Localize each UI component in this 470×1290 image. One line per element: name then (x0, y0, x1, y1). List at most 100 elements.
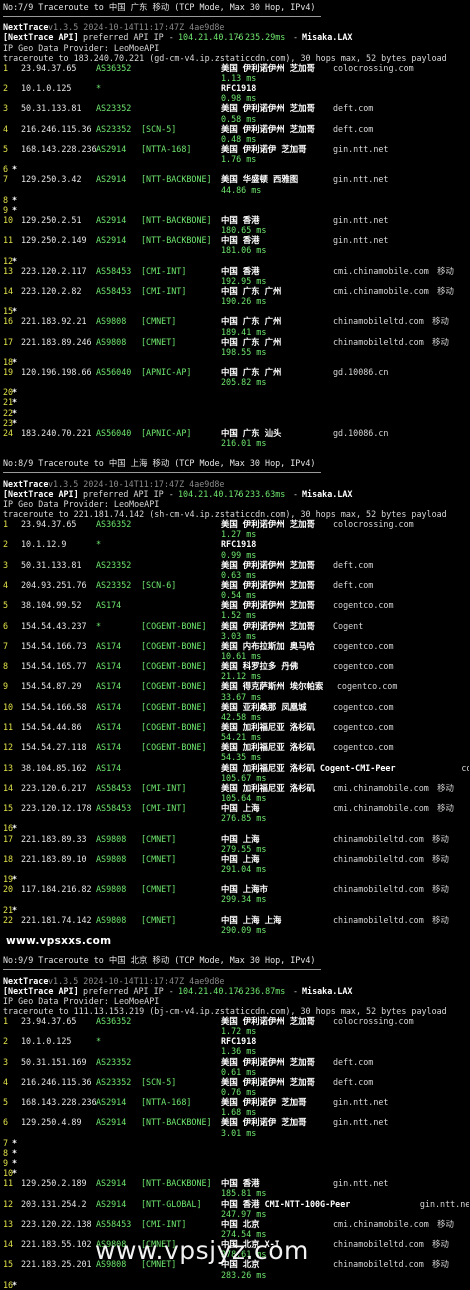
api-dash: - (293, 32, 299, 43)
hop-row: 19 * (3, 874, 469, 884)
hop-row: 4 204.93.251.76 AS23352 [SCN-6] 美国 伊利诺伊州 芝加哥… (3, 580, 469, 590)
hop-ip: 50.31.151.169 (21, 1056, 87, 1067)
hop-rtt: 1.76 ms (221, 154, 257, 165)
hop-host: chinamobileltd.com (333, 336, 424, 347)
hop-rtt: 42.58 ms (221, 711, 262, 722)
hop-ip: 38.104.99.52 (21, 600, 82, 611)
hop-isp: 移动 (432, 316, 449, 327)
hop-number: 24 (3, 427, 14, 438)
hop-rtt-row: 1.13 ms (3, 73, 469, 83)
hop-asn: AS2914 (96, 214, 127, 225)
api-label: [NextTrace API] (3, 985, 79, 996)
api-ms: 236.87ms (245, 985, 286, 996)
hop-asn: AS9808 (96, 336, 127, 347)
hop-tag: [SCN-5] (141, 123, 177, 134)
hop-timeout: * (12, 1279, 18, 1290)
hop-rtt: 1.27 ms (221, 529, 257, 540)
separator (3, 12, 469, 22)
hop-geo: 美国 科罗拉多 丹佛 (221, 661, 299, 672)
api-label: [NextTrace API] (3, 32, 79, 43)
hop-geo: 中国 上海 上海 (221, 914, 282, 925)
hop-rtt-row: 10.61 ms (3, 651, 469, 661)
hop-number: 2 (3, 539, 9, 550)
hop-row: 6 129.250.4.89 AS2914 [NTT-BACKBONE] 美国 伊利诺伊… (3, 1117, 469, 1127)
hop-row: 7 * (3, 1138, 469, 1148)
hop-ip: 216.246.115.36 (21, 1076, 92, 1087)
app-version: v1.3.5 2024-10-14T11:17:47Z 4ae9d8e (48, 975, 225, 986)
hop-asn: AS2914 (96, 143, 127, 154)
hop-rtt-row: 0.58 ms (3, 114, 469, 124)
hop-ip: 117.184.216.82 (21, 884, 92, 895)
hop-rtt: 283.26 ms (221, 1269, 267, 1280)
api-text: preferred API IP - (78, 985, 179, 996)
hop-rtt: 276.85 ms (221, 813, 267, 824)
hop-rtt-row: 283.26 ms (3, 1270, 469, 1280)
hop-host: deft.com (333, 580, 374, 591)
hop-tag: [CMI-INT] (141, 782, 187, 793)
app-name: NextTrace (3, 478, 49, 489)
hop-rtt-row: 0.63 ms (3, 570, 469, 580)
hop-row: 17 221.183.89.246 AS9808 [CMNET] 中国 广东 广州 chi… (3, 337, 469, 347)
hop-asn: AS58453 (96, 285, 132, 296)
hop-rtt: 291.04 ms (221, 863, 267, 874)
api-ms: 235.29ms (245, 32, 286, 43)
hop-number: 13 (3, 762, 14, 773)
hop-number: 14 (3, 1239, 14, 1250)
traceroute-target: traceroute to 183.240.70.221 (gd-cm-v4.i… (3, 52, 447, 63)
hop-tag: [COGENT-BONE] (141, 681, 207, 692)
hop-rtt-row: 205.82 ms (3, 377, 469, 387)
hop-row: 22 221.181.74.142 AS9808 [CMNET] 中国 上海 上海 chi… (3, 915, 469, 925)
hop-number: 11 (3, 1178, 14, 1189)
hop-asn: AS23352 (96, 123, 132, 134)
hop-host: gd.10086.cn (333, 427, 389, 438)
hop-host: cmi.chinamobile.com (333, 803, 429, 814)
hop-rtt-row: 189.41 ms (3, 327, 469, 337)
hop-ip: 221.183.89.33 (21, 833, 87, 844)
hop-timeout: * (12, 1158, 18, 1169)
hop-row: 3 50.31.133.81 AS23352 美国 伊利诺伊州 芝加哥 deft.com (3, 560, 469, 570)
hop-row: 5 168.143.228.236 AS2914 [NTTA-168] 美国 伊利诺伊 … (3, 144, 469, 154)
hop-host: cogentco.com (336, 681, 398, 692)
hop-ip: 216.246.115.36 (21, 123, 92, 134)
hop-geo: 美国 内布拉斯加 奥马哈 (221, 640, 315, 651)
hop-number: 8 (3, 661, 9, 672)
hop-ip: 223.120.6.217 (21, 782, 87, 793)
hop-tag: [CMNET] (141, 914, 177, 925)
hop-number: 12 (3, 742, 14, 753)
hop-isp: 移动 (437, 803, 454, 814)
hop-asn: AS58453 (96, 803, 132, 814)
hop-geo: 中国 广东 广州 (221, 367, 282, 378)
hop-rtt: 33.67 ms (221, 691, 262, 702)
hop-rtt-row: 290.09 ms (3, 925, 469, 935)
geo-provider-text: IP Geo Data Provider: LeoMoeAPI (3, 995, 160, 1006)
hop-row: 11 129.250.2.149 AS2914 [NTT-BACKBONE] 中国 香港… (3, 235, 469, 245)
hop-number: 6 (3, 164, 9, 175)
hop-rtt: 1.72 ms (221, 1026, 257, 1037)
hop-host: cogentco.com (333, 701, 394, 712)
hop-rtt-row: 1.52 ms (3, 610, 469, 620)
watermark-vpsxxs: www.vpsxxs.com (6, 935, 112, 947)
hop-geo: 中国 广东 广州 (221, 285, 282, 296)
hop-row: 16 * (3, 1280, 469, 1290)
hop-ip: 221.183.92.21 (21, 316, 87, 327)
hop-timeout: * (12, 407, 18, 418)
hop-row: 2 10.1.12.9 * RFC1918 (3, 539, 469, 549)
hop-tag: [CMI-INT] (141, 1218, 187, 1229)
hop-timeout: * (12, 164, 18, 175)
hop-geo: 中国 香港 (221, 1178, 260, 1189)
hop-ip: 129.250.2.51 (21, 214, 82, 225)
hop-rtt: 198.55 ms (221, 346, 267, 357)
hop-asn: AS36352 (96, 1016, 132, 1027)
hop-geo: 美国 伊利诺伊州 芝加哥 (221, 103, 315, 114)
hop-number: 20 (3, 884, 14, 895)
hop-number: 15 (3, 803, 14, 814)
hop-geo: 中国 北京 (221, 1218, 260, 1229)
api-dash: - (236, 32, 242, 43)
hop-asn: AS2914 (96, 1178, 127, 1189)
app-banner: NextTrace v1.3.5 2024-10-14T11:17:47Z 4ae… (3, 976, 469, 986)
hop-asn: AS174 (96, 721, 122, 732)
hop-rtt: 205.82 ms (221, 377, 267, 388)
app-name: NextTrace (3, 22, 49, 33)
hop-number: 3 (3, 1056, 9, 1067)
hop-host: deft.com (333, 1076, 374, 1087)
